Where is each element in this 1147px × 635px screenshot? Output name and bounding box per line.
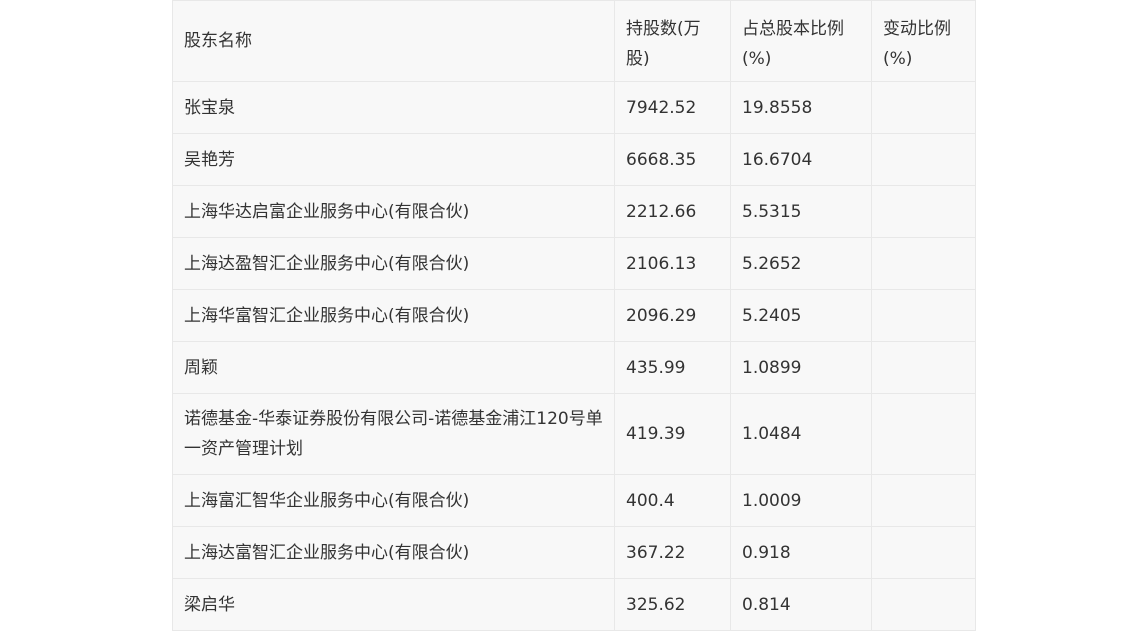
cell-change bbox=[871, 289, 976, 342]
cell-shares: 2106.13 bbox=[614, 237, 731, 290]
cell-name: 张宝泉 bbox=[172, 81, 615, 134]
cell-name: 上海达盈智汇企业服务中心(有限合伙) bbox=[172, 237, 615, 290]
cell-ratio: 16.6704 bbox=[730, 133, 872, 186]
cell-ratio: 0.814 bbox=[730, 578, 872, 631]
table-row: 梁启华 325.62 0.814 bbox=[172, 578, 976, 631]
cell-shares: 367.22 bbox=[614, 526, 731, 579]
cell-shares: 6668.35 bbox=[614, 133, 731, 186]
table-row: 上海达盈智汇企业服务中心(有限合伙) 2106.13 5.2652 bbox=[172, 237, 976, 290]
cell-ratio: 5.2405 bbox=[730, 289, 872, 342]
cell-shares: 400.4 bbox=[614, 474, 731, 527]
cell-change bbox=[871, 237, 976, 290]
cell-change bbox=[871, 474, 976, 527]
cell-ratio: 5.5315 bbox=[730, 185, 872, 238]
cell-ratio: 19.8558 bbox=[730, 81, 872, 134]
cell-change bbox=[871, 133, 976, 186]
cell-ratio: 1.0009 bbox=[730, 474, 872, 527]
cell-name: 梁启华 bbox=[172, 578, 615, 631]
cell-ratio: 0.918 bbox=[730, 526, 872, 579]
cell-name: 吴艳芳 bbox=[172, 133, 615, 186]
cell-name: 上海华富智汇企业服务中心(有限合伙) bbox=[172, 289, 615, 342]
cell-name: 上海华达启富企业服务中心(有限合伙) bbox=[172, 185, 615, 238]
cell-change bbox=[871, 578, 976, 631]
cell-name: 上海富汇智华企业服务中心(有限合伙) bbox=[172, 474, 615, 527]
cell-shares: 325.62 bbox=[614, 578, 731, 631]
table-row: 吴艳芳 6668.35 16.6704 bbox=[172, 133, 976, 186]
cell-name: 诺德基金-华泰证券股份有限公司-诺德基金浦江120号单一资产管理计划 bbox=[172, 393, 615, 475]
cell-name: 上海达富智汇企业服务中心(有限合伙) bbox=[172, 526, 615, 579]
header-change-ratio: 变动比例(%) bbox=[871, 0, 976, 82]
cell-shares: 2096.29 bbox=[614, 289, 731, 342]
header-shares-held: 持股数(万股) bbox=[614, 0, 731, 82]
table-row: 上海富汇智华企业服务中心(有限合伙) 400.4 1.0009 bbox=[172, 474, 976, 527]
cell-change bbox=[871, 81, 976, 134]
cell-ratio: 1.0899 bbox=[730, 341, 872, 394]
cell-ratio: 1.0484 bbox=[730, 393, 872, 475]
cell-shares: 2212.66 bbox=[614, 185, 731, 238]
table-row: 诺德基金-华泰证券股份有限公司-诺德基金浦江120号单一资产管理计划 419.3… bbox=[172, 393, 976, 475]
table-row: 上海达富智汇企业服务中心(有限合伙) 367.22 0.918 bbox=[172, 526, 976, 579]
table-row: 周颖 435.99 1.0899 bbox=[172, 341, 976, 394]
cell-shares: 435.99 bbox=[614, 341, 731, 394]
cell-shares: 7942.52 bbox=[614, 81, 731, 134]
shareholders-table: 股东名称 持股数(万股) 占总股本比例(%) 变动比例(%) 张宝泉 7942.… bbox=[172, 0, 976, 631]
table-row: 上海华达启富企业服务中心(有限合伙) 2212.66 5.5315 bbox=[172, 185, 976, 238]
header-shareholder-name: 股东名称 bbox=[172, 0, 615, 82]
table-row: 上海华富智汇企业服务中心(有限合伙) 2096.29 5.2405 bbox=[172, 289, 976, 342]
table-header-row: 股东名称 持股数(万股) 占总股本比例(%) 变动比例(%) bbox=[172, 0, 976, 82]
cell-change bbox=[871, 526, 976, 579]
cell-change bbox=[871, 185, 976, 238]
cell-name: 周颖 bbox=[172, 341, 615, 394]
cell-change bbox=[871, 341, 976, 394]
table-row: 张宝泉 7942.52 19.8558 bbox=[172, 81, 976, 134]
cell-change bbox=[871, 393, 976, 475]
cell-ratio: 5.2652 bbox=[730, 237, 872, 290]
cell-shares: 419.39 bbox=[614, 393, 731, 475]
header-share-ratio: 占总股本比例(%) bbox=[730, 0, 872, 82]
